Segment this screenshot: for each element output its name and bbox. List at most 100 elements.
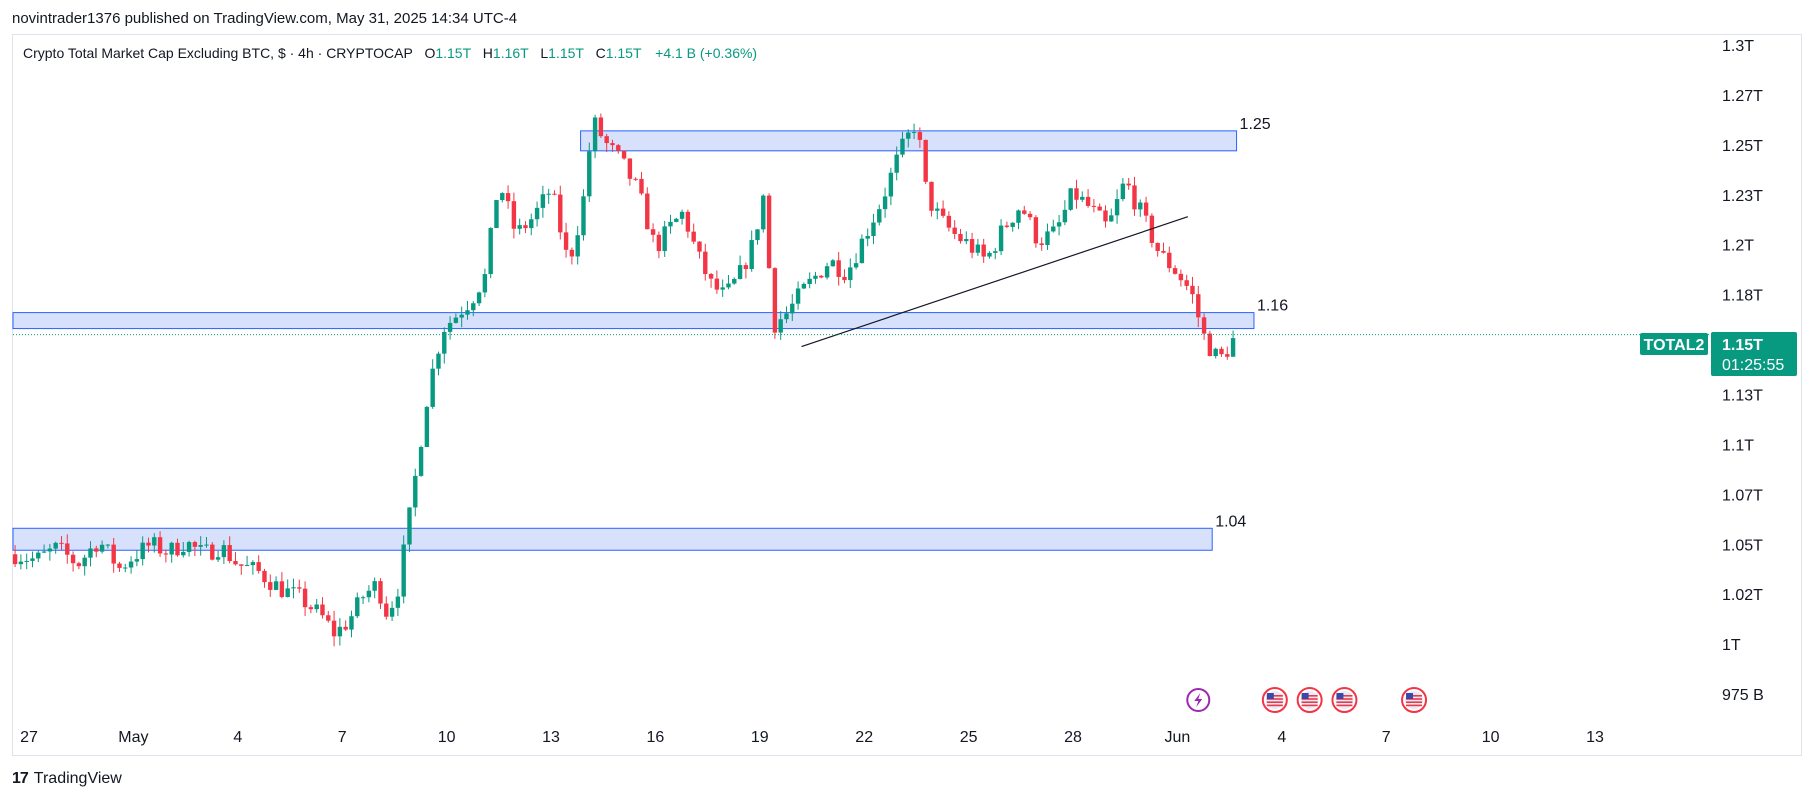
candle[interactable] (1213, 347, 1218, 359)
candle[interactable] (714, 270, 720, 294)
candle[interactable] (378, 578, 383, 609)
candle[interactable] (598, 113, 604, 139)
footer-brand[interactable]: TradingView (34, 770, 122, 788)
candle[interactable] (923, 139, 928, 185)
candle[interactable] (581, 189, 586, 241)
candle[interactable] (163, 549, 169, 563)
candle[interactable] (662, 220, 667, 257)
candle[interactable] (801, 282, 807, 290)
candle[interactable] (691, 223, 696, 245)
candle[interactable] (256, 555, 261, 574)
candle[interactable] (424, 406, 430, 448)
candle[interactable] (732, 277, 737, 285)
symbol-title[interactable]: Crypto Total Market Cap Excluding BTC, $… (23, 45, 413, 61)
candle[interactable] (639, 171, 644, 196)
candle[interactable] (616, 143, 621, 154)
us-flag-icon[interactable] (1331, 687, 1358, 713)
candle[interactable] (1126, 177, 1131, 190)
candle[interactable] (366, 585, 372, 603)
candle[interactable] (1010, 222, 1015, 232)
candle[interactable] (76, 561, 82, 570)
candle[interactable] (621, 150, 627, 160)
candle[interactable] (372, 577, 377, 599)
candle[interactable] (592, 114, 598, 159)
candle[interactable] (708, 272, 714, 288)
candle[interactable] (401, 535, 406, 604)
candle[interactable] (343, 620, 348, 631)
candle[interactable] (134, 550, 140, 567)
candle[interactable] (627, 158, 633, 186)
candle[interactable] (1085, 189, 1091, 208)
candle[interactable] (952, 220, 957, 240)
zone-1[interactable] (12, 312, 1255, 330)
candle[interactable] (36, 550, 41, 563)
candle[interactable] (505, 185, 511, 209)
candle[interactable] (1074, 179, 1079, 209)
candle[interactable] (969, 232, 975, 259)
candle[interactable] (326, 611, 331, 623)
candle[interactable] (186, 540, 192, 557)
candle[interactable] (395, 588, 401, 617)
zone-2[interactable] (12, 527, 1213, 551)
candle[interactable] (888, 167, 894, 206)
candle[interactable] (813, 271, 818, 284)
candle[interactable] (308, 604, 314, 614)
candle[interactable] (743, 262, 749, 279)
candle[interactable] (1039, 237, 1044, 251)
candle[interactable] (842, 269, 847, 284)
candle[interactable] (534, 201, 540, 227)
candle[interactable] (482, 268, 488, 298)
candle[interactable] (865, 228, 870, 247)
candle[interactable] (494, 199, 499, 229)
candle[interactable] (558, 185, 563, 240)
candle[interactable] (233, 552, 238, 566)
candle[interactable] (1207, 330, 1213, 357)
candle[interactable] (210, 542, 215, 561)
candle[interactable] (819, 275, 824, 279)
candle[interactable] (442, 327, 447, 364)
candle[interactable] (1120, 177, 1126, 202)
candle[interactable] (430, 359, 435, 409)
candle[interactable] (1080, 191, 1085, 203)
candle[interactable] (824, 262, 830, 280)
candle[interactable] (529, 213, 534, 236)
candle[interactable] (1103, 205, 1108, 228)
candle[interactable] (30, 551, 35, 568)
lightning-icon[interactable] (1186, 688, 1211, 712)
candle[interactable] (552, 190, 557, 196)
candle[interactable] (273, 576, 279, 591)
candle[interactable] (877, 204, 882, 226)
candle[interactable] (169, 541, 174, 563)
candle[interactable] (1161, 242, 1166, 254)
candle[interactable] (517, 218, 522, 235)
candle[interactable] (697, 241, 702, 259)
candle[interactable] (749, 230, 754, 272)
candle[interactable] (436, 351, 441, 376)
candle[interactable] (384, 596, 389, 620)
candle[interactable] (215, 551, 221, 562)
price-chart[interactable]: 1.25 1.16 1.04 1.3T 1.27T 1.25T 1.23T 1.2T 1.18… (0, 0, 1814, 800)
candle[interactable] (337, 618, 343, 646)
candle[interactable] (935, 202, 940, 220)
candle[interactable] (726, 274, 731, 290)
candle[interactable] (355, 592, 360, 619)
candle[interactable] (645, 187, 650, 230)
candle[interactable] (1051, 219, 1056, 233)
candle[interactable] (685, 209, 691, 238)
candle[interactable] (1033, 215, 1039, 248)
candle[interactable] (1155, 242, 1160, 257)
candle[interactable] (575, 226, 580, 265)
candle[interactable] (987, 251, 992, 259)
candle[interactable] (1143, 196, 1149, 222)
candle[interactable] (650, 223, 656, 243)
candle[interactable] (981, 238, 986, 263)
candle[interactable] (250, 560, 256, 575)
candle[interactable] (807, 272, 812, 289)
candle[interactable] (1068, 187, 1073, 211)
candle[interactable] (668, 214, 673, 234)
candle[interactable] (894, 146, 899, 181)
candle[interactable] (70, 551, 76, 572)
candle[interactable] (766, 193, 772, 269)
candle[interactable] (569, 247, 575, 265)
candle[interactable] (772, 267, 778, 339)
